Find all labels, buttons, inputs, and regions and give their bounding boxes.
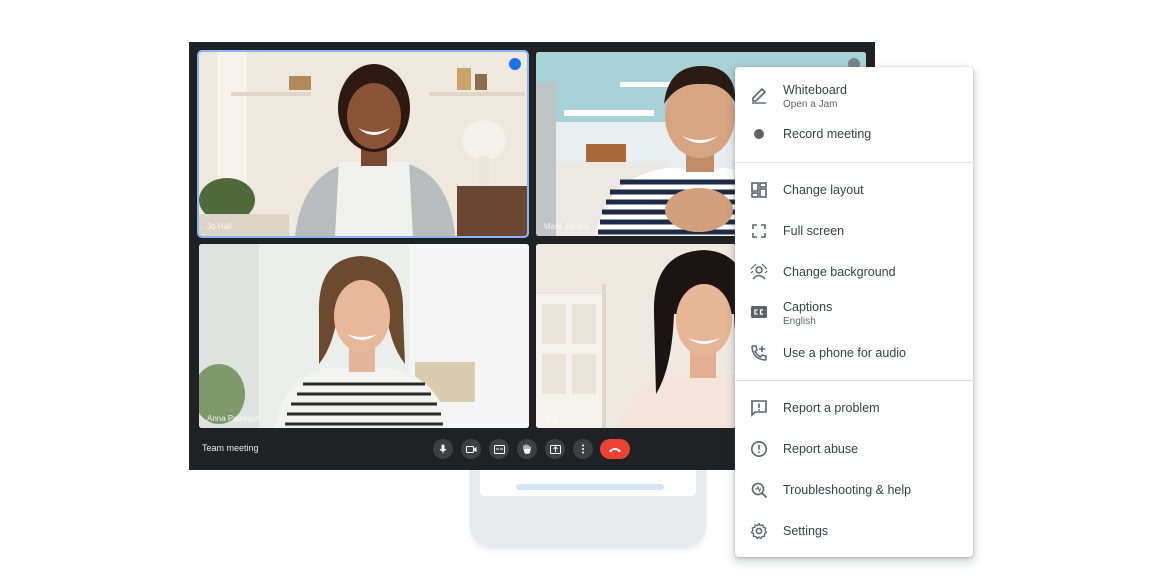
- menu-item-report-problem[interactable]: Report a problem: [735, 388, 973, 428]
- captions-icon: [493, 444, 505, 454]
- menu-item-label: Record meeting: [783, 127, 872, 141]
- more-options-menu: Whiteboard Open a Jam Record meeting Cha…: [735, 67, 973, 557]
- cc-icon: [749, 302, 769, 322]
- participant-name: Marc Jacobs: [544, 222, 590, 231]
- participant-name: Anna Peterson: [207, 414, 260, 423]
- menu-item-label: Captions: [783, 300, 833, 314]
- menu-item-label: Settings: [783, 524, 829, 538]
- participant-video-anna: [199, 244, 529, 428]
- more-options-icon: [582, 444, 584, 454]
- menu-item-sublabel: Open a Jam: [783, 99, 838, 110]
- layout-icon: [749, 180, 769, 200]
- camera-button[interactable]: [461, 439, 481, 459]
- menu-item-label: Change background: [783, 265, 896, 279]
- troubleshoot-icon: [749, 480, 769, 500]
- menu-item-change-layout[interactable]: Change layout: [735, 170, 973, 210]
- end-call-icon: [609, 447, 621, 452]
- menu-item-change-background[interactable]: Change background: [735, 252, 973, 292]
- participant-video-jo-hall: [199, 52, 527, 236]
- record-dot-icon: [749, 124, 769, 144]
- phone-icon: [749, 343, 769, 363]
- menu-item-label: Use a phone for audio: [783, 346, 907, 360]
- end-call-button[interactable]: [600, 439, 630, 459]
- fullscreen-icon: [749, 221, 769, 241]
- speaking-indicator-icon: [509, 58, 521, 70]
- menu-divider: [735, 380, 973, 381]
- captions-button[interactable]: [489, 439, 509, 459]
- raise-hand-button[interactable]: [517, 439, 537, 459]
- mic-button[interactable]: [433, 439, 453, 459]
- menu-item-label: Report a problem: [783, 401, 880, 415]
- gear-icon: [749, 521, 769, 541]
- more-options-button[interactable]: [573, 439, 593, 459]
- present-icon: [549, 444, 561, 454]
- participant-name: Jo Hall: [207, 222, 232, 231]
- menu-item-label: Full screen: [783, 224, 845, 238]
- menu-item-label: Report abuse: [783, 442, 859, 456]
- alert-icon: [749, 439, 769, 459]
- menu-item-record-meeting[interactable]: Record meeting: [735, 114, 973, 154]
- menu-item-whiteboard[interactable]: Whiteboard Open a Jam: [735, 75, 973, 115]
- menu-item-sublabel: English: [783, 316, 816, 327]
- present-button[interactable]: [545, 439, 565, 459]
- video-tile-jo-hall[interactable]: Jo Hall: [197, 50, 529, 238]
- background-icon: [749, 262, 769, 282]
- menu-item-label: Troubleshooting & help: [783, 483, 912, 497]
- pencil-icon: [749, 85, 769, 105]
- meeting-title: Team meeting: [202, 443, 259, 453]
- menu-item-captions[interactable]: Captions English: [735, 292, 973, 332]
- menu-item-label: Change layout: [783, 183, 864, 197]
- menu-item-settings[interactable]: Settings: [735, 511, 973, 551]
- raise-hand-icon: [523, 443, 531, 454]
- participant-name: You: [544, 414, 558, 423]
- menu-item-label: Whiteboard: [783, 83, 847, 97]
- mic-icon: [439, 444, 447, 454]
- menu-item-phone-audio[interactable]: Use a phone for audio: [735, 333, 973, 373]
- phone-progress-bar: [516, 484, 664, 490]
- camera-icon: [465, 445, 476, 453]
- menu-item-troubleshooting[interactable]: Troubleshooting & help: [735, 470, 973, 510]
- video-tile-anna[interactable]: Anna Peterson: [199, 244, 529, 428]
- menu-divider: [735, 162, 973, 163]
- feedback-icon: [749, 398, 769, 418]
- menu-item-full-screen[interactable]: Full screen: [735, 211, 973, 251]
- menu-item-report-abuse[interactable]: Report abuse: [735, 429, 973, 469]
